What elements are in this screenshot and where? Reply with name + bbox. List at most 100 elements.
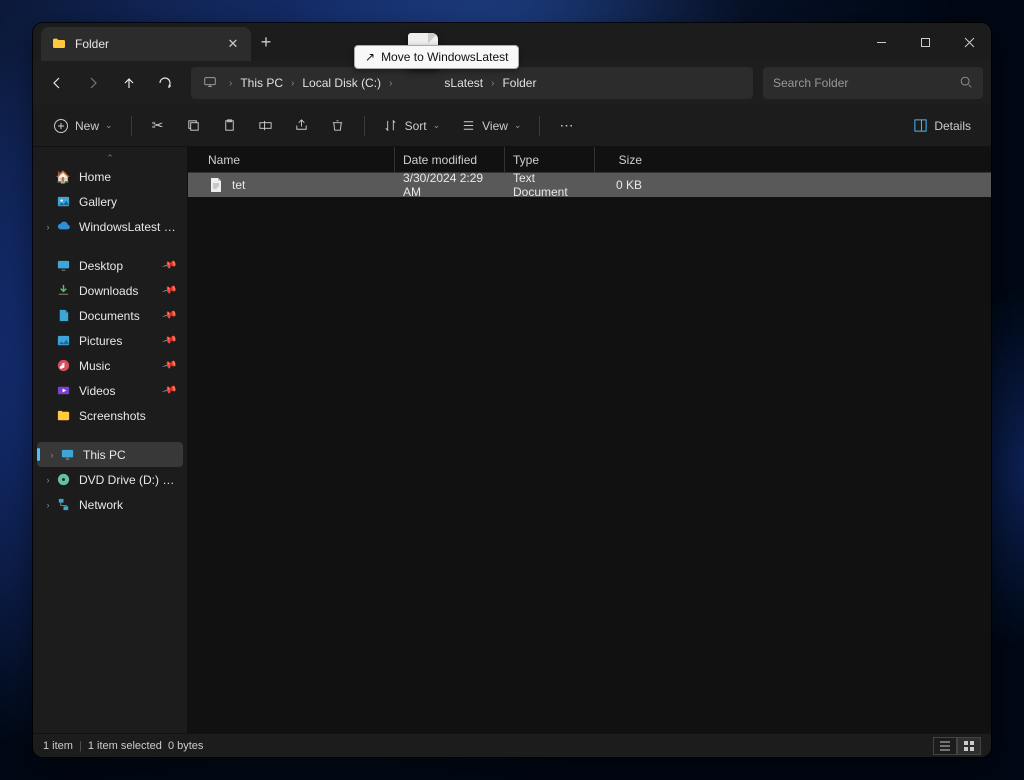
sort-icon <box>383 118 399 134</box>
bc-local-disk[interactable]: Local Disk (C:) <box>302 76 381 90</box>
tab-title: Folder <box>75 37 225 51</box>
column-header-type[interactable]: Type <box>505 147 595 172</box>
up-button[interactable] <box>113 67 145 99</box>
paste-icon <box>222 118 238 134</box>
delete-icon <box>330 118 346 134</box>
sidebar-item-videos[interactable]: Videos📌 <box>33 378 187 403</box>
more-button[interactable]: ⋯ <box>550 111 582 141</box>
pc-icon <box>199 75 221 92</box>
view-large-icons-button[interactable] <box>957 737 981 755</box>
delete-button[interactable] <box>322 111 354 141</box>
view-label: View <box>482 119 508 133</box>
tab-folder[interactable]: Folder ✕ <box>41 27 251 61</box>
copy-button[interactable] <box>178 111 210 141</box>
chevron-right-icon[interactable]: › <box>41 475 55 485</box>
sidebar-item-gallery[interactable]: Gallery <box>33 189 187 214</box>
sidebar-item-downloads[interactable]: Downloads📌 <box>33 278 187 303</box>
sidebar-item-desktop[interactable]: Desktop📌 <box>33 253 187 278</box>
file-type: Text Document <box>505 171 595 199</box>
pc-icon <box>59 447 75 463</box>
back-button[interactable] <box>41 67 73 99</box>
sidebar-item-network[interactable]: ›Network <box>33 492 187 517</box>
sidebar-item-home[interactable]: 🏠Home <box>33 164 187 189</box>
music-icon <box>55 358 71 374</box>
disc-icon <box>55 472 71 488</box>
sidebar-item-music[interactable]: Music📌 <box>33 353 187 378</box>
sort-button[interactable]: Sort ⌄ <box>375 111 449 141</box>
details-icon <box>912 118 928 134</box>
file-size: 0 KB <box>595 178 650 192</box>
paste-button[interactable] <box>214 111 246 141</box>
add-tab-button[interactable]: + <box>251 23 281 61</box>
chevron-right-icon[interactable]: › <box>287 78 298 89</box>
drag-tooltip-text: Move to WindowsLatest <box>381 50 508 64</box>
bc-folder[interactable]: Folder <box>502 76 536 90</box>
cloud-icon <box>55 219 71 235</box>
minimize-button[interactable] <box>859 23 903 61</box>
view-button[interactable]: View ⌄ <box>452 111 529 141</box>
bc-this-pc[interactable]: This PC <box>240 76 283 90</box>
breadcrumb[interactable]: › This PC › Local Disk (C:) › sLatest › … <box>191 67 753 99</box>
file-list[interactable]: tet 3/30/2024 2:29 AM Text Document 0 KB <box>188 173 991 733</box>
pin-icon: 📌 <box>161 358 177 374</box>
column-header-name[interactable]: Name <box>200 147 395 172</box>
status-selected: 1 item selected <box>88 740 162 752</box>
videos-icon <box>55 383 71 399</box>
chevron-right-icon[interactable]: › <box>45 450 59 460</box>
column-header-date[interactable]: Date modified <box>395 147 505 172</box>
new-icon <box>53 118 69 134</box>
cut-button[interactable]: ✂ <box>142 111 174 141</box>
separator <box>364 116 365 136</box>
cut-icon: ✂ <box>150 118 166 134</box>
search-box[interactable] <box>763 67 983 99</box>
pin-icon: 📌 <box>161 283 177 299</box>
chevron-up-icon[interactable]: ⌃ <box>33 153 187 164</box>
share-button[interactable] <box>286 111 318 141</box>
folder-icon <box>55 408 71 424</box>
content-pane: Name Date modified Type Size tet 3/30/20… <box>188 147 991 733</box>
view-details-button[interactable] <box>933 737 957 755</box>
column-headers: Name Date modified Type Size <box>188 147 991 173</box>
new-button[interactable]: New ⌄ <box>45 111 121 141</box>
search-input[interactable] <box>773 76 959 90</box>
sidebar-item-pictures[interactable]: Pictures📌 <box>33 328 187 353</box>
bc-windowslatest[interactable]: sLatest <box>444 76 483 90</box>
chevron-right-icon[interactable]: › <box>41 500 55 510</box>
file-row[interactable]: tet 3/30/2024 2:29 AM Text Document 0 KB <box>188 173 991 197</box>
chevron-right-icon[interactable]: › <box>385 78 396 89</box>
sidebar-item-documents[interactable]: Documents📌 <box>33 303 187 328</box>
drag-tooltip: ↗ Move to WindowsLatest <box>354 45 519 69</box>
network-icon <box>55 497 71 513</box>
chevron-right-icon[interactable]: › <box>41 222 55 232</box>
pictures-icon <box>55 333 71 349</box>
copy-icon <box>186 118 202 134</box>
sidebar-item-onedrive[interactable]: ›WindowsLatest - Pe <box>33 214 187 239</box>
sidebar-item-dvd[interactable]: ›DVD Drive (D:) CCC <box>33 467 187 492</box>
sort-label: Sort <box>405 119 427 133</box>
rename-icon <box>258 118 274 134</box>
search-icon[interactable] <box>959 75 973 92</box>
chevron-down-icon: ⌄ <box>105 120 113 131</box>
sidebar-item-this-pc[interactable]: ›This PC <box>37 442 183 467</box>
forward-button[interactable] <box>77 67 109 99</box>
separator <box>131 116 132 136</box>
tab-close-icon[interactable]: ✕ <box>225 36 241 52</box>
details-label: Details <box>934 119 971 133</box>
rename-button[interactable] <box>250 111 282 141</box>
pin-icon: 📌 <box>161 333 177 349</box>
pin-icon: 📌 <box>161 383 177 399</box>
pin-icon: 📌 <box>161 258 177 274</box>
sidebar-item-screenshots[interactable]: Screenshots <box>33 403 187 428</box>
maximize-button[interactable] <box>903 23 947 61</box>
details-button[interactable]: Details <box>904 111 979 141</box>
chevron-down-icon: ⌄ <box>514 120 522 131</box>
status-count: 1 item <box>43 740 73 752</box>
close-button[interactable] <box>947 23 991 61</box>
chevron-right-icon[interactable]: › <box>225 78 236 89</box>
refresh-button[interactable] <box>149 67 181 99</box>
gallery-icon <box>55 194 71 210</box>
chevron-right-icon[interactable]: › <box>487 78 498 89</box>
chevron-down-icon: ⌄ <box>433 120 441 131</box>
desktop-icon <box>55 258 71 274</box>
column-header-size[interactable]: Size <box>595 147 650 172</box>
